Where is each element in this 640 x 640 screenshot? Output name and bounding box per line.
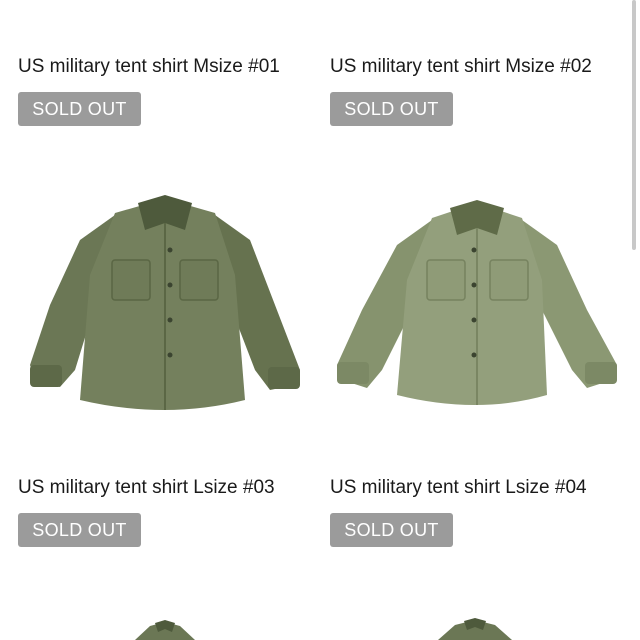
product-title[interactable]: US military tent shirt Lsize #04 xyxy=(330,477,587,499)
product-image-05[interactable] xyxy=(125,620,205,640)
sold-out-badge: SOLD OUT xyxy=(18,513,141,547)
sold-out-badge: SOLD OUT xyxy=(330,92,453,126)
scrollbar[interactable] xyxy=(632,0,636,250)
sold-out-badge: SOLD OUT xyxy=(18,92,141,126)
sold-out-badge: SOLD OUT xyxy=(330,513,453,547)
product-title[interactable]: US military tent shirt Msize #02 xyxy=(330,56,592,78)
product-image-04[interactable] xyxy=(332,200,622,415)
product-grid-page: US military tent shirt Msize #01 SOLD OU… xyxy=(0,0,640,640)
product-image-03[interactable] xyxy=(20,195,310,425)
product-title[interactable]: US military tent shirt Msize #01 xyxy=(18,56,280,78)
product-title[interactable]: US military tent shirt Lsize #03 xyxy=(18,477,275,499)
product-image-06[interactable] xyxy=(430,618,520,640)
